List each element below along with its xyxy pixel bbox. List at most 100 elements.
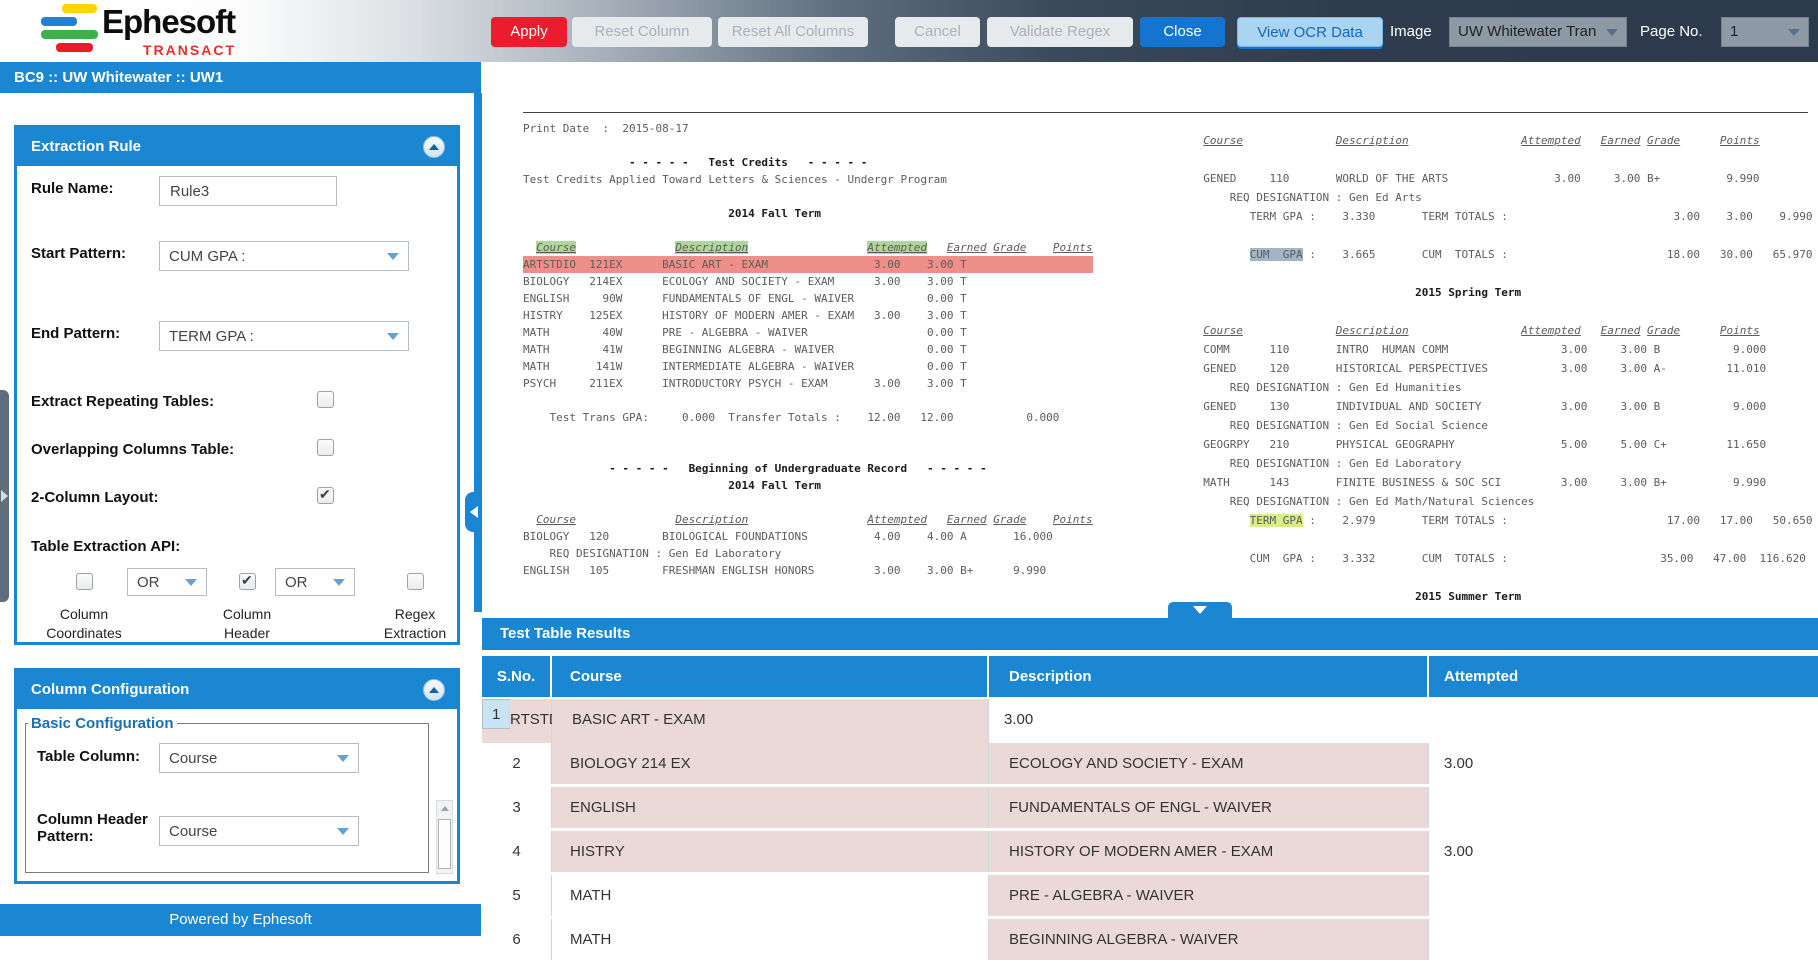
or-select-2[interactable]: OR: [275, 568, 355, 596]
page-no-select[interactable]: 1: [1721, 17, 1809, 47]
collapse-panel-button[interactable]: [423, 679, 445, 701]
chevron-down-icon: [337, 828, 349, 835]
column-coordinates-label: Column Coordinates: [24, 605, 144, 643]
rule-name-input[interactable]: [159, 176, 337, 206]
doc-line: CUM GPA : 3.665 CUM TOTALS : 18.00 30.00…: [1190, 245, 1813, 264]
course-cell: BIOLOGY 214 EX: [552, 743, 989, 784]
doc-line: MATH 41W BEGINNING ALGEBRA - WAIVER 0.00…: [523, 341, 1093, 358]
column-header-course: Course: [552, 656, 989, 697]
extraction-rule-header: Extraction Rule: [17, 128, 457, 166]
sidebar-collapse-handle[interactable]: [465, 492, 482, 532]
table-row[interactable]: 5MATHPRE - ALGEBRA - WAIVER: [482, 875, 1818, 916]
results-table-header: S.No. Course Description Attempted: [482, 656, 1818, 697]
column-header-pattern-select[interactable]: Course: [159, 816, 359, 846]
column-coordinates-checkbox[interactable]: [76, 573, 93, 590]
cancel-button[interactable]: Cancel: [895, 17, 980, 47]
table-row[interactable]: 4HISTRYHISTORY OF MODERN AMER - EXAM3.00: [482, 831, 1818, 872]
reset-column-button[interactable]: Reset Column: [572, 17, 712, 47]
attempted-cell: [1429, 787, 1818, 828]
table-extraction-api-label: Table Extraction API:: [31, 538, 180, 555]
attempted-cell: [1429, 875, 1818, 916]
table-row[interactable]: 2BIOLOGY 214 EXECOLOGY AND SOCIETY - EXA…: [482, 743, 1818, 784]
doc-line: MATH 141W INTERMEDIATE ALGEBRA - WAIVER …: [523, 358, 1093, 375]
start-pattern-label: Start Pattern:: [31, 245, 126, 262]
extract-repeating-tables-checkbox[interactable]: [317, 391, 334, 408]
column-configuration-panel: Column Configuration Basic Configuration…: [14, 668, 460, 884]
doc-line: Print Date : 2015-08-17: [523, 120, 1093, 137]
scroll-up-button[interactable]: [437, 801, 452, 816]
doc-line: REQ DESIGNATION : Gen Ed Arts: [1190, 188, 1813, 207]
validate-regex-button[interactable]: Validate Regex: [987, 17, 1133, 47]
doc-line: ENGLISH 90W FUNDAMENTALS OF ENGL - WAIVE…: [523, 290, 1093, 307]
doc-line: 2014 Fall Term: [523, 205, 1093, 222]
doc-line: [1190, 530, 1813, 549]
doc-line: BIOLOGY 214EX ECOLOGY AND SOCIETY - EXAM…: [523, 273, 1093, 290]
end-pattern-label: End Pattern:: [31, 325, 120, 342]
logo-bar-blue: [41, 17, 77, 26]
doc-line: Course Description Attempted Earned Grad…: [1190, 321, 1813, 340]
table-row[interactable]: 1ARTSTDIO 121 EXBASIC ART - EXAM3.00: [482, 699, 1818, 740]
doc-line: Test Trans GPA: 0.000 Transfer Totals : …: [523, 409, 1093, 426]
page-no-label: Page No.: [1640, 17, 1703, 47]
doc-line: Course Description Attempted Earned Grad…: [523, 239, 1093, 256]
end-pattern-select[interactable]: TERM GPA :: [159, 321, 409, 351]
description-cell: ECOLOGY AND SOCIETY - EXAM: [989, 743, 1429, 784]
course-cell: HISTRY: [552, 831, 989, 872]
column-header-description: Description: [989, 656, 1429, 697]
doc-line: REQ DESIGNATION : Gen Ed Laboratory: [523, 545, 1093, 562]
or-select-1-value: OR: [137, 574, 160, 591]
doc-line: REQ DESIGNATION : Gen Ed Math/Natural Sc…: [1190, 492, 1813, 511]
start-pattern-select[interactable]: CUM GPA :: [159, 241, 409, 271]
table-row[interactable]: 6MATHBEGINNING ALGEBRA - WAIVER: [482, 919, 1818, 960]
view-ocr-data-button[interactable]: View OCR Data: [1237, 17, 1383, 47]
doc-line: MATH 143 FINITE BUSINESS & SOC SCI 3.00 …: [1190, 473, 1813, 492]
chevron-up-icon: [429, 687, 439, 693]
doc-line: 2015 Summer Term: [1190, 587, 1813, 606]
doc-line: REQ DESIGNATION : Gen Ed Social Science: [1190, 416, 1813, 435]
column-header-label: Column Header: [202, 605, 292, 643]
logo-brand-text: Ephesoft: [102, 3, 235, 41]
doc-line: Course Description Attempted Earned Grad…: [1190, 131, 1813, 150]
description-cell: FUNDAMENTALS OF ENGL - WAIVER: [989, 787, 1429, 828]
or-select-1[interactable]: OR: [127, 568, 207, 596]
left-edge-expand-tab[interactable]: [0, 390, 9, 602]
doc-line: [1190, 150, 1813, 169]
doc-line: Course Description Attempted Earned Grad…: [523, 511, 1093, 528]
reset-all-columns-button[interactable]: Reset All Columns: [718, 17, 868, 47]
chevron-down-icon: [337, 755, 349, 762]
doc-line: GENED 130 INDIVIDUAL AND SOCIETY 3.00 3.…: [1190, 397, 1813, 416]
overlapping-columns-table-label: Overlapping Columns Table:: [31, 441, 234, 458]
sno-cell: 2: [482, 743, 552, 784]
doc-line: [523, 494, 1093, 511]
two-column-layout-checkbox[interactable]: [317, 487, 334, 504]
results-panel-header: Test Table Results: [482, 618, 1818, 650]
regex-extraction-checkbox[interactable]: [407, 573, 424, 590]
attempted-cell: 3.00: [1429, 831, 1818, 872]
table-row[interactable]: 3ENGLISHFUNDAMENTALS OF ENGL - WAIVER: [482, 787, 1818, 828]
apply-button[interactable]: Apply: [491, 17, 567, 47]
collapse-panel-button[interactable]: [423, 136, 445, 158]
course-cell: MATH: [552, 875, 989, 916]
column-header-checkbox[interactable]: [239, 573, 256, 590]
column-header-pattern-label: Column Header Pattern:: [37, 811, 149, 845]
scrollbar-thumb[interactable]: [438, 819, 451, 869]
logo-sub-text: TRANSACT: [143, 42, 236, 58]
column-header-pattern-value: Course: [169, 823, 217, 840]
overlapping-columns-table-checkbox[interactable]: [317, 439, 334, 456]
triangle-right-icon: [1, 490, 8, 502]
doc-line: [523, 426, 1093, 443]
table-column-select[interactable]: Course: [159, 743, 359, 773]
doc-line: 2015 Spring Term: [1190, 283, 1813, 302]
close-button[interactable]: Close: [1140, 17, 1225, 47]
image-select[interactable]: UW Whitewater Tran: [1449, 17, 1627, 47]
results-collapse-tab[interactable]: [1168, 602, 1232, 618]
panel-scrollbar[interactable]: [436, 800, 453, 874]
logo-bar-yellow: [62, 4, 97, 13]
breadcrumb: BC9 :: UW Whitewater :: UW1: [0, 62, 481, 93]
document-viewer[interactable]: Print Date : 2015-08-17 - - - - - Test C…: [482, 93, 1818, 612]
attempted-cell: [1429, 919, 1818, 960]
extraction-rule-title: Extraction Rule: [31, 138, 141, 155]
sno-cell: 3: [482, 787, 552, 828]
sno-cell: 1: [482, 699, 510, 729]
two-column-layout-label: 2-Column Layout:: [31, 489, 159, 506]
